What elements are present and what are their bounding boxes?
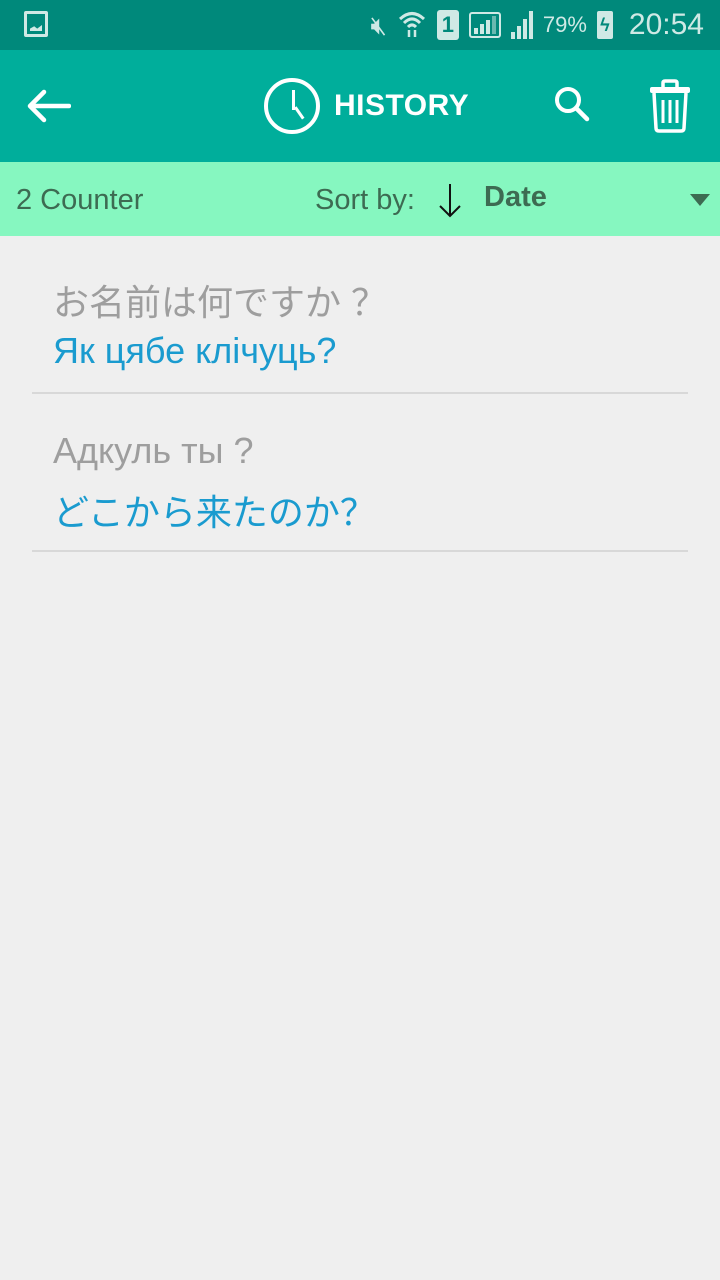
translation-text: どこから来たのか？ <box>53 492 376 533</box>
title-group: HISTORY <box>264 74 469 138</box>
vibrate-mute-icon: 🔇︎ <box>370 10 387 40</box>
clock-time: 20:54 <box>628 8 704 41</box>
sort-direction-arrow-down-icon[interactable] <box>436 180 464 220</box>
delete-all-button[interactable] <box>644 78 696 134</box>
clock-icon <box>264 78 320 134</box>
item-counter: 2 Counter <box>16 184 144 216</box>
history-item[interactable]: お名前は何ですか ？ Як цябе клічуць? <box>32 236 688 394</box>
arrow-left-icon <box>27 89 71 123</box>
translation-text: Як цябе клічуць? <box>53 330 337 371</box>
sim-icon: 1 <box>436 10 459 40</box>
sort-field-select[interactable]: Date <box>484 181 547 214</box>
status-bar: 🔇︎ 1 79% ϟ 20:54 <box>0 0 720 50</box>
app-bar: HISTORY <box>0 50 720 162</box>
sort-bar: 2 Counter Sort by: Date <box>0 162 720 236</box>
signal-icon <box>468 12 501 38</box>
source-text: お名前は何ですか ？ <box>53 282 388 323</box>
search-icon <box>555 87 590 122</box>
battery-percent: 79% <box>542 12 587 37</box>
trash-icon <box>650 79 690 133</box>
history-list: お名前は何ですか ？ Як цябе клічуць? Адкуль ты ? … <box>32 236 688 552</box>
gallery-notification-icon <box>24 11 48 37</box>
wifi-icon <box>397 8 427 42</box>
signal-icon <box>510 11 533 39</box>
battery-charging-icon: ϟ <box>596 11 613 39</box>
history-item[interactable]: Адкуль ты ? どこから来たのか？ <box>32 394 688 552</box>
dropdown-arrow-icon[interactable] <box>690 194 710 206</box>
back-button[interactable] <box>22 80 74 132</box>
page-title: HISTORY <box>334 89 470 122</box>
source-text: Адкуль ты ? <box>53 430 254 471</box>
search-button[interactable] <box>548 80 598 130</box>
sort-label: Sort by: <box>315 184 415 216</box>
